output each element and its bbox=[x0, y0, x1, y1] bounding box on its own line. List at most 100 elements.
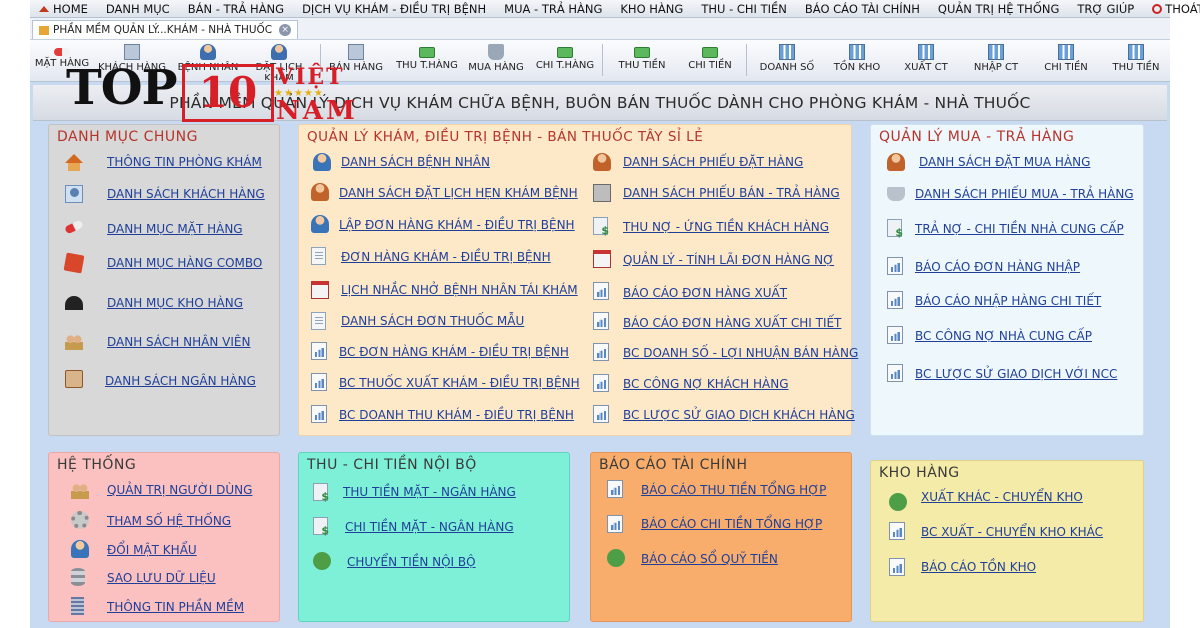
toolbar-chi-tien-button[interactable]: CHI TIỀN bbox=[678, 42, 742, 80]
cash-payment-icon bbox=[313, 517, 329, 537]
toolbar-mat-hang-button[interactable]: MẶT HÀNG bbox=[34, 42, 90, 80]
link-danh-sach-phieu-dat-hang[interactable]: DANH SÁCH PHIẾU ĐẶT HÀNG bbox=[623, 155, 803, 169]
report-chart-icon bbox=[593, 405, 609, 423]
link-danh-muc-kho-hang[interactable]: DANH MỤC KHO HÀNG bbox=[107, 296, 243, 310]
link-danh-sach-phieu-mua-tra[interactable]: DANH SÁCH PHIẾU MUA - TRẢ HÀNG bbox=[915, 187, 1134, 201]
link-danh-sach-dat-lich-hen[interactable]: DANH SÁCH ĐẶT LỊCH HẸN KHÁM BỆNH bbox=[339, 186, 578, 200]
toolbar-nhap-ct-button[interactable]: NHẬP CT bbox=[964, 42, 1028, 80]
power-icon bbox=[1152, 3, 1163, 14]
close-icon[interactable]: × bbox=[279, 24, 292, 36]
toolbar-xuat-ct-button[interactable]: XUẤT CT bbox=[894, 42, 958, 80]
menu-dich-vu-kham[interactable]: DỊCH VỤ KHÁM - ĐIỀU TRỊ BỆNH bbox=[293, 2, 495, 16]
link-danh-sach-don-thuoc-mau[interactable]: DANH SÁCH ĐƠN THUỐC MẪU bbox=[341, 314, 524, 328]
menu-home[interactable]: HOME bbox=[30, 2, 97, 16]
toolbar-dat-lich-kham-label: ĐẶT LỊCH KHÁM bbox=[255, 62, 303, 80]
toolbar-benh-nhan-button[interactable]: BỆNH NHÂN bbox=[176, 42, 240, 80]
panel-he-thong: HỆ THỐNG QUẢN TRỊ NGƯỜI DÙNG THAM SỐ HỆ … bbox=[48, 452, 280, 622]
link-thu-no-ung-tien[interactable]: THU NỢ - ỨNG TIỀN KHÁCH HÀNG bbox=[623, 220, 829, 234]
link-bao-cao-chi-tien-tong-hop[interactable]: BÁO CÁO CHI TIỀN TỔNG HỢP bbox=[641, 517, 822, 531]
cash-receipt-icon bbox=[313, 483, 329, 503]
menu-kho-hang[interactable]: KHO HÀNG bbox=[611, 2, 692, 16]
link-danh-muc-hang-combo[interactable]: DANH MỤC HÀNG COMBO bbox=[107, 256, 262, 270]
link-bc-doanh-thu-kham[interactable]: BC DOANH THU KHÁM - ĐIỀU TRỊ BỆNH bbox=[339, 408, 574, 422]
link-bc-thuoc-xuat-kham[interactable]: BC THUỐC XUẤT KHÁM - ĐIỀU TRỊ BỆNH bbox=[339, 376, 580, 390]
link-bao-cao-don-hang-nhap[interactable]: BÁO CÁO ĐƠN HÀNG NHẬP bbox=[915, 260, 1080, 274]
toolbar-thu-tien-button[interactable]: THU TIỀN bbox=[610, 42, 674, 80]
panel-title: KHO HÀNG bbox=[879, 465, 960, 481]
document-tab-label: PHẦN MỀM QUẢN LÝ...KHÁM - NHÀ THUỐC bbox=[53, 24, 273, 36]
menu-thoat[interactable]: THOÁT bbox=[1143, 2, 1200, 16]
link-chi-tien-mat-ngan-hang[interactable]: CHI TIỀN MẶT - NGÂN HÀNG bbox=[345, 520, 514, 534]
menu-ban-tra-hang[interactable]: BÁN - TRẢ HÀNG bbox=[179, 2, 293, 16]
menu-mua-tra-hang[interactable]: MUA - TRẢ HÀNG bbox=[495, 2, 611, 16]
toolbar-doanh-so-button[interactable]: DOANH SỐ bbox=[752, 42, 822, 80]
toolbar-chi-tien-report-button[interactable]: CHI TIỀN bbox=[1034, 42, 1098, 80]
link-quan-ly-tinh-lai[interactable]: QUẢN LÝ - TÍNH LÃI ĐƠN HÀNG NỢ bbox=[623, 253, 834, 267]
report-chart-icon bbox=[607, 515, 623, 533]
link-quan-tri-nguoi-dung[interactable]: QUẢN TRỊ NGƯỜI DÙNG bbox=[107, 483, 252, 497]
link-bc-luoc-su-giao-dich-ncc[interactable]: BC LƯỢC SỬ GIAO DỊCH VỚI NCC bbox=[915, 367, 1117, 381]
link-chuyen-tien-noi-bo[interactable]: CHUYỂN TIỀN NỘI BỘ bbox=[347, 555, 476, 569]
link-bao-cao-don-hang-xuat-chi-tiet[interactable]: BÁO CÁO ĐƠN HÀNG XUẤT CHI TIẾT bbox=[623, 316, 841, 330]
link-bc-luoc-su-giao-dich-kh[interactable]: BC LƯỢC SỬ GIAO DỊCH KHÁCH HÀNG bbox=[623, 408, 855, 422]
toolbar-mua-hang-button[interactable]: MUA HÀNG bbox=[464, 42, 528, 80]
menu-thu-chi-tien[interactable]: THU - CHI TIỀN bbox=[692, 2, 796, 16]
link-thong-tin-phong-kham[interactable]: THÔNG TIN PHÒNG KHÁM bbox=[107, 155, 262, 169]
link-tham-so-he-thong[interactable]: THAM SỐ HỆ THỐNG bbox=[107, 514, 231, 528]
home-icon bbox=[39, 3, 49, 12]
cart-icon bbox=[488, 44, 504, 60]
menu-danh-muc[interactable]: DANH MỤC bbox=[97, 2, 179, 16]
link-danh-sach-khach-hang[interactable]: DANH SÁCH KHÁCH HÀNG bbox=[107, 187, 265, 201]
patient-icon bbox=[200, 44, 216, 60]
link-bc-cong-no-khach-hang[interactable]: BC CÔNG NỢ KHÁCH HÀNG bbox=[623, 377, 789, 391]
link-bc-cong-no-ncc[interactable]: BC CÔNG NỢ NHÀ CUNG CẤP bbox=[915, 329, 1092, 343]
link-bao-cao-so-quy-tien[interactable]: BÁO CÁO SỔ QUỸ TIỀN bbox=[641, 552, 778, 566]
link-thu-tien-mat-ngan-hang[interactable]: THU TIỀN MẶT - NGÂN HÀNG bbox=[343, 485, 516, 499]
toolbar-ban-hang-button[interactable]: BÁN HÀNG bbox=[324, 42, 388, 80]
report-chart-icon bbox=[311, 342, 327, 360]
link-bc-doanh-so-loi-nhuan[interactable]: BC DOANH SỐ - LỢI NHUẬN BÁN HÀNG bbox=[623, 346, 858, 360]
toolbar-khach-hang-button[interactable]: KHÁCH HÀNG bbox=[96, 42, 168, 80]
link-thong-tin-phan-mem[interactable]: THÔNG TIN PHẦN MỀM bbox=[107, 600, 244, 614]
dashboard: PHẦN MỀM QUẢN LÝ DỊCH VỤ KHÁM CHỮA BỆNH,… bbox=[30, 82, 1170, 628]
link-doi-mat-khau[interactable]: ĐỔI MẬT KHẨU bbox=[107, 543, 197, 557]
link-danh-sach-phieu-ban-tra-hang[interactable]: DANH SÁCH PHIẾU BÁN - TRẢ HÀNG bbox=[623, 186, 840, 200]
link-danh-sach-nhan-vien[interactable]: DANH SÁCH NHÂN VIÊN bbox=[107, 335, 250, 349]
menu-quan-tri-he-thong[interactable]: QUẢN TRỊ HỆ THỐNG bbox=[929, 2, 1068, 16]
toolbar-separator bbox=[746, 44, 747, 76]
link-bao-cao-don-hang-xuat[interactable]: BÁO CÁO ĐƠN HÀNG XUẤT bbox=[623, 286, 787, 300]
menu-bao-cao-tai-chinh[interactable]: BÁO CÁO TÀI CHÍNH bbox=[796, 2, 929, 16]
toolbar-dat-lich-kham-button[interactable]: ĐẶT LỊCH KHÁM bbox=[240, 42, 318, 80]
toolbar-chi-t-hang-button[interactable]: CHI T.HÀNG bbox=[532, 42, 598, 80]
link-xuat-khac-chuyen-kho[interactable]: XUẤT KHÁC - CHUYỂN KHO bbox=[921, 490, 1083, 504]
link-danh-muc-mat-hang[interactable]: DANH MỤC MẶT HÀNG bbox=[107, 222, 243, 236]
link-bao-cao-nhap-hang-chi-tiet[interactable]: BÁO CÁO NHẬP HÀNG CHI TIẾT bbox=[915, 294, 1101, 308]
menu-tro-giup[interactable]: TRỢ GIÚP bbox=[1068, 2, 1143, 16]
link-don-hang-kham[interactable]: ĐƠN HÀNG KHÁM - ĐIỀU TRỊ BỆNH bbox=[341, 250, 551, 264]
banner: PHẦN MỀM QUẢN LÝ DỊCH VỤ KHÁM CHỮA BỆNH,… bbox=[33, 85, 1167, 121]
doctor-icon bbox=[311, 183, 329, 201]
toolbar-chi-t-hang-label: CHI T.HÀNG bbox=[535, 60, 595, 71]
panel-title: HỆ THỐNG bbox=[57, 457, 137, 473]
link-lich-nhac-nho-tai-kham[interactable]: LỊCH NHẮC NHỞ BỆNH NHÂN TÁI KHÁM bbox=[341, 283, 578, 297]
link-lap-don-hang-kham[interactable]: LẬP ĐƠN HÀNG KHÁM - ĐIỀU TRỊ BỆNH bbox=[339, 218, 575, 232]
link-tra-no-chi-tien-ncc[interactable]: TRẢ NỢ - CHI TIỀN NHÀ CUNG CẤP bbox=[915, 222, 1124, 236]
panel-danh-muc-chung: DANH MỤC CHUNG THÔNG TIN PHÒNG KHÁM DANH… bbox=[48, 124, 280, 436]
report-chart-icon bbox=[593, 343, 609, 361]
toolbar-thu-tien-report-button[interactable]: THU TIỀN bbox=[1104, 42, 1168, 80]
link-bc-xuat-chuyen-kho-khac[interactable]: BC XUẤT - CHUYỂN KHO KHÁC bbox=[921, 525, 1103, 539]
report-chart-icon bbox=[1128, 44, 1144, 60]
panel-quan-ly-kham: QUẢN LÝ KHÁM, ĐIỀU TRỊ BỆNH - BÁN THUỐC … bbox=[298, 124, 858, 436]
toolbar-ton-kho-button[interactable]: TỒN KHO bbox=[824, 42, 890, 80]
link-bao-cao-thu-tien-tong-hop[interactable]: BÁO CÁO THU TIỀN TỔNG HỢP bbox=[641, 483, 826, 497]
document-tab[interactable]: PHẦN MỀM QUẢN LÝ...KHÁM - NHÀ THUỐC × bbox=[32, 20, 299, 39]
link-bc-don-hang-kham[interactable]: BC ĐƠN HÀNG KHÁM - ĐIỀU TRỊ BỆNH bbox=[339, 345, 569, 359]
link-danh-sach-benh-nhan[interactable]: DANH SÁCH BỆNH NHÂN bbox=[341, 155, 490, 169]
link-danh-sach-ngan-hang[interactable]: DANH SÁCH NGÂN HÀNG bbox=[105, 374, 256, 388]
link-sao-luu-du-lieu[interactable]: SAO LƯU DỮ LIỆU bbox=[107, 571, 216, 585]
toolbar-thu-t-hang-button[interactable]: THU T.HÀNG bbox=[392, 42, 462, 80]
panel-title: THU - CHI TIỀN NỘI BỘ bbox=[307, 457, 477, 473]
report-chart-icon bbox=[918, 44, 934, 60]
link-bao-cao-ton-kho[interactable]: BÁO CÁO TỒN KHO bbox=[921, 560, 1036, 574]
link-danh-sach-dat-mua-hang[interactable]: DANH SÁCH ĐẶT MUA HÀNG bbox=[919, 155, 1090, 169]
